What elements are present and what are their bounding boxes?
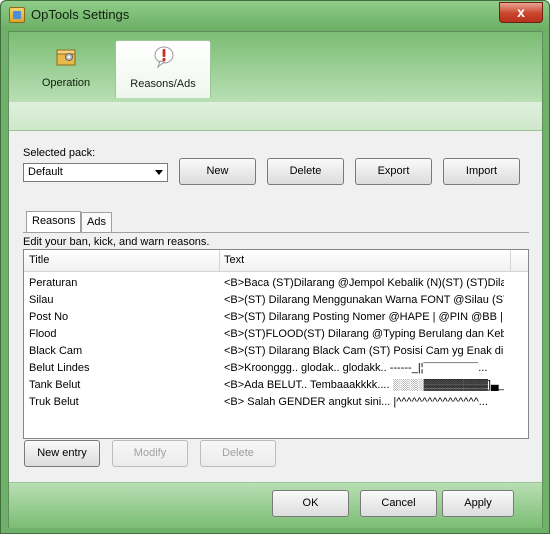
title-bar[interactable]: OpTools Settings x <box>1 1 549 31</box>
app-icon <box>9 7 25 23</box>
selected-pack-label: Selected pack: <box>23 147 96 159</box>
row-text: <B> Salah GENDER angkut sini... |^^^^^^^… <box>224 396 488 408</box>
modify-entry-button[interactable]: Modify <box>112 440 188 467</box>
export-pack-button[interactable]: Export <box>355 158 432 185</box>
row-text: <B>(ST) Dilarang Posting Nomer @HAPE | @… <box>224 311 504 323</box>
tab-reasons-ads[interactable]: Reasons/Ads <box>115 40 211 98</box>
row-title: Belut Lindes <box>29 362 90 374</box>
row-text: <B>(ST) Dilarang Menggunakan Warna FONT … <box>224 294 504 306</box>
tab-operation[interactable]: Operation <box>18 40 114 98</box>
cancel-button[interactable]: Cancel <box>360 490 437 517</box>
row-title: Flood <box>29 328 57 340</box>
row-text: <B>Baca (ST)Dilarang @Jempol Kebalik (N)… <box>224 277 504 289</box>
column-text[interactable]: Text <box>224 254 244 266</box>
delete-entry-button[interactable]: Delete <box>200 440 276 467</box>
ok-button[interactable]: OK <box>272 490 349 517</box>
new-entry-button[interactable]: New entry <box>24 440 100 467</box>
gear-package-icon <box>56 49 76 66</box>
row-text: <B>(ST) Dilarang Black Cam (ST) Posisi C… <box>224 345 504 357</box>
row-text: <B>Kroonggg.. glodak.. glodakk.. ------_… <box>224 362 488 374</box>
table-row[interactable]: Silau <B>(ST) Dilarang Menggunakan Warna… <box>24 292 528 309</box>
row-title: Silau <box>29 294 54 306</box>
row-text: <B>Ada BELUT.. Tembaaakkkk.... ░░░░▓▓▓▓▓… <box>224 379 504 391</box>
tab-ads[interactable]: Ads <box>81 212 112 232</box>
apply-button[interactable]: Apply <box>442 490 514 517</box>
row-title: Post No <box>29 311 69 323</box>
reasons-list[interactable]: Title Text Peraturan <B>Baca (ST)Dilaran… <box>23 249 529 439</box>
column-divider <box>510 250 511 271</box>
table-row[interactable]: Flood <B>(ST)FLOOD(ST) Dilarang @Typing … <box>24 326 528 343</box>
row-title: Tank Belut <box>29 379 81 391</box>
pack-select[interactable]: Default <box>23 163 168 182</box>
row-title: Peraturan <box>29 277 78 289</box>
tab-divider <box>23 232 529 233</box>
row-text: <B>(ST)FLOOD(ST) Dilarang @Typing Berula… <box>224 328 504 340</box>
settings-window: OpTools Settings x Operation Reasons/Ads… <box>0 0 550 534</box>
table-row[interactable]: Peraturan <B>Baca (ST)Dilarang @Jempol K… <box>24 275 528 292</box>
column-title[interactable]: Title <box>29 254 49 266</box>
table-row[interactable]: Post No <B>(ST) Dilarang Posting Nomer @… <box>24 309 528 326</box>
tab-reasons[interactable]: Reasons <box>26 211 82 232</box>
top-tab-strip: Operation Reasons/Ads <box>9 32 542 102</box>
table-row[interactable]: Truk Belut <B> Salah GENDER angkut sini.… <box>24 394 528 411</box>
pack-select-value: Default <box>28 166 63 178</box>
toolbar-band <box>9 102 542 130</box>
client-area: Operation Reasons/Ads Selected pack: Def… <box>8 31 543 528</box>
chevron-down-icon <box>155 170 163 175</box>
dialog-footer: OK Cancel Apply <box>9 482 542 528</box>
column-divider <box>219 250 220 271</box>
divider <box>9 130 542 131</box>
tab-reasons-ads-label: Reasons/Ads <box>130 78 196 90</box>
exclamation-bubble-icon <box>154 46 174 69</box>
table-row[interactable]: Black Cam <B>(ST) Dilarang Black Cam (ST… <box>24 343 528 360</box>
row-title: Truk Belut <box>29 396 79 408</box>
close-button[interactable]: x <box>499 2 543 23</box>
import-pack-button[interactable]: Import <box>443 158 520 185</box>
new-pack-button[interactable]: New <box>179 158 256 185</box>
table-row[interactable]: Belut Lindes <B>Kroonggg.. glodak.. glod… <box>24 360 528 377</box>
row-title: Black Cam <box>29 345 83 357</box>
tab-operation-label: Operation <box>41 77 91 89</box>
reasons-hint: Edit your ban, kick, and warn reasons. <box>23 236 210 248</box>
window-title: OpTools Settings <box>31 7 130 22</box>
table-row[interactable]: Tank Belut <B>Ada BELUT.. Tembaaakkkk...… <box>24 377 528 394</box>
delete-pack-button[interactable]: Delete <box>267 158 344 185</box>
list-header: Title Text <box>24 250 528 272</box>
